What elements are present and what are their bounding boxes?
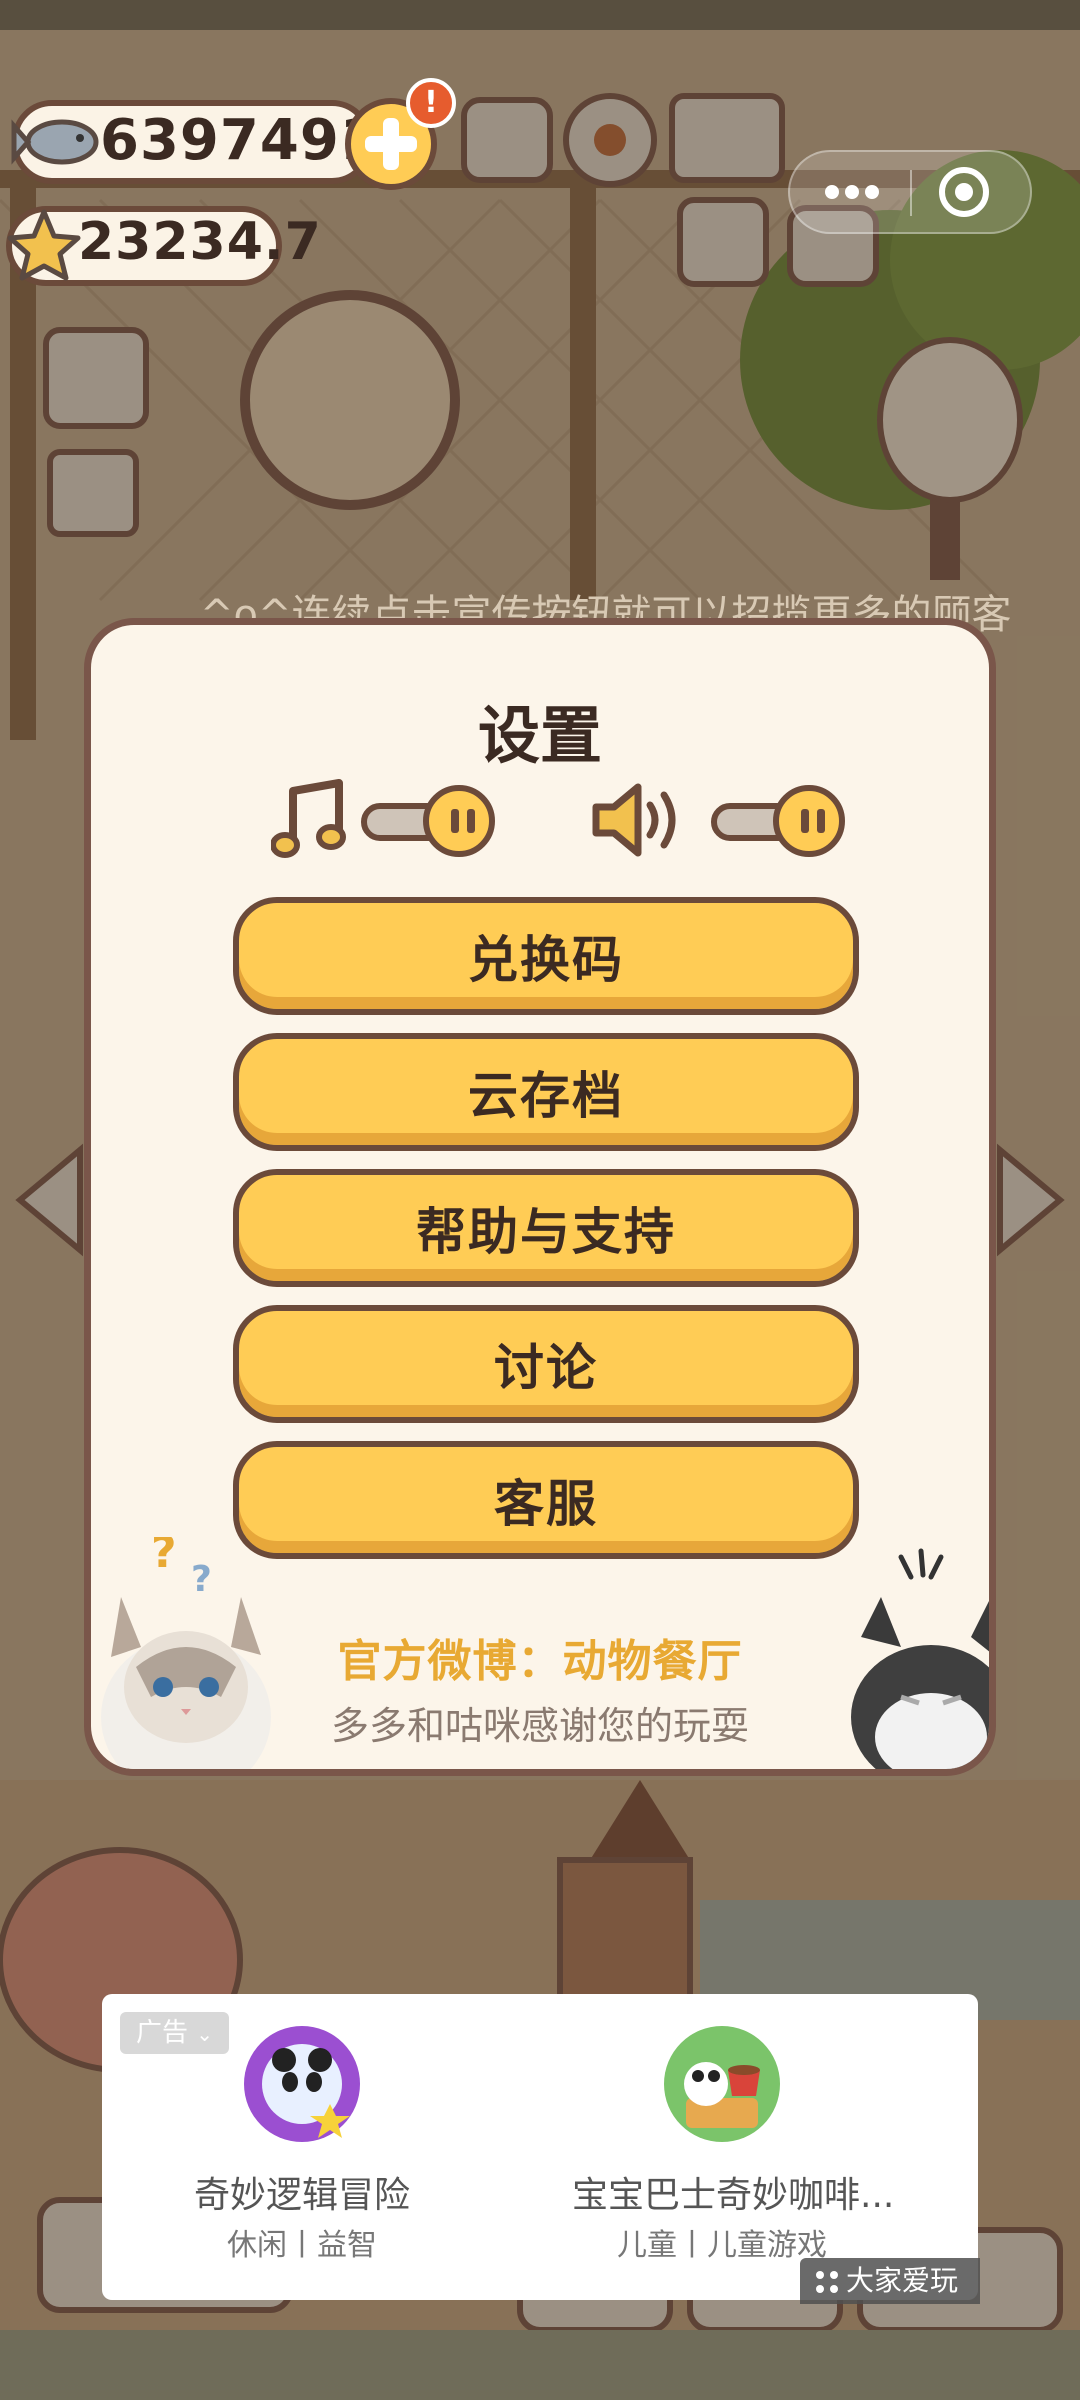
panda-game-icon: [244, 2026, 360, 2142]
official-weibo-text: 官方微博：动物餐厅: [337, 1636, 743, 1687]
ad-item-2[interactable]: 宝宝巴士奇妙咖啡... 儿童丨儿童游戏: [572, 2024, 895, 2284]
thanks-text: 多多和咕咪感谢您的玩耍: [330, 1704, 749, 1748]
svg-text:?: ?: [151, 1537, 177, 1578]
ad-item-1[interactable]: 奇妙逻辑冒险 休闲丨益智: [162, 2024, 442, 2284]
redeem-code-button[interactable]: 兑换码: [233, 897, 859, 1015]
music-volume-slider[interactable]: [361, 783, 511, 863]
settings-dialog: 设置 兑换码 云存档 帮助与支持 讨论 客服 ? ? 官方微博：动物餐厅 多多和…: [84, 618, 996, 1776]
svg-text:?: ?: [191, 1559, 212, 1600]
music-slider-knob[interactable]: [423, 785, 495, 857]
ad-brand-badge: 大家爱玩: [800, 2258, 981, 2304]
fish-icon: [11, 119, 99, 165]
more-dots-icon: [825, 185, 879, 199]
ad-item-1-name: 奇妙逻辑冒险: [193, 2175, 410, 2216]
star-count: 23234.7: [78, 212, 322, 272]
grid-dots-icon: [816, 2271, 838, 2293]
sound-volume-slider[interactable]: [711, 783, 861, 863]
music-note-icon: [271, 779, 346, 858]
close-miniprogram-button[interactable]: [912, 152, 1030, 232]
ad-item-1-category: 休闲丨益智: [227, 2228, 377, 2263]
help-support-button[interactable]: 帮助与支持: [233, 1169, 859, 1287]
ad-item-2-name: 宝宝巴士奇妙咖啡...: [572, 2175, 895, 2216]
discussion-button[interactable]: 讨论: [233, 1305, 859, 1423]
coffee-game-icon: [664, 2026, 780, 2142]
target-circle-icon: [939, 167, 989, 217]
alert-badge: !: [406, 78, 456, 128]
fish-count: 6397491: [100, 108, 380, 173]
ad-banner: 广告 ⌄ 奇妙逻辑冒险 休闲丨益智 宝宝巴士奇妙咖啡... 儿童丨儿童游戏: [102, 1994, 978, 2300]
more-options-button[interactable]: [790, 152, 910, 232]
settings-title: 设置: [477, 699, 602, 772]
cloud-save-button[interactable]: 云存档: [233, 1033, 859, 1151]
miniprogram-capsule: [788, 150, 1032, 234]
speaker-icon: [592, 783, 676, 857]
bottom-edge-bar: [0, 2330, 1080, 2400]
ad-brand-label: 大家爱玩: [846, 2264, 959, 2297]
star-icon: [7, 209, 81, 281]
sound-slider-knob[interactable]: [773, 785, 845, 857]
customer-service-button[interactable]: 客服: [233, 1441, 859, 1559]
